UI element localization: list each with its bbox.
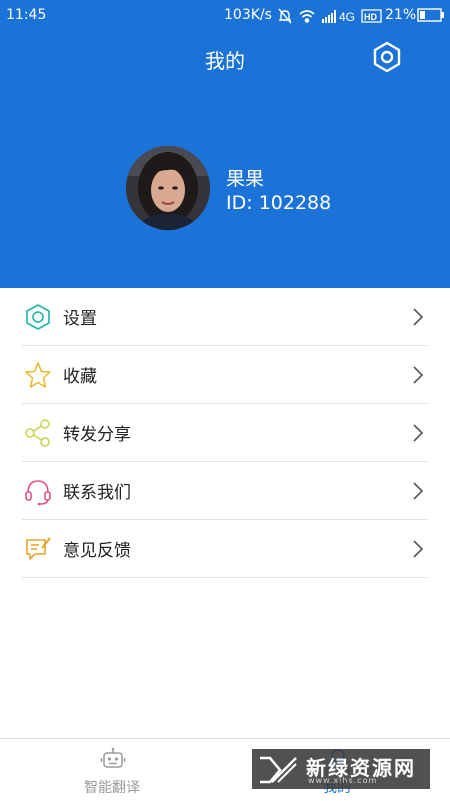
nav-tab-translate[interactable]: 智能翻译 bbox=[52, 739, 172, 801]
profile-header: 11:45 103K/s 4G HD 21% 我的 果果 ID: 102288 bbox=[0, 0, 450, 288]
nav-label-translate: 智能翻译 bbox=[84, 780, 140, 796]
watermark: 新绿资源网 www.xlhs.com bbox=[252, 749, 430, 789]
menu-label-contact: 联系我们 bbox=[63, 483, 131, 503]
menu-label-settings: 设置 bbox=[63, 309, 97, 329]
status-time: 11:45 bbox=[6, 7, 47, 23]
menu-item-feedback[interactable]: 意见反馈 bbox=[22, 520, 428, 578]
robot-icon bbox=[100, 747, 126, 768]
wifi-icon bbox=[299, 10, 315, 23]
menu-label-feedback: 意见反馈 bbox=[63, 541, 131, 561]
menu-item-settings[interactable]: 设置 bbox=[22, 288, 428, 346]
chevron-right-icon bbox=[413, 308, 424, 326]
feedback-icon bbox=[22, 533, 54, 565]
status-net-speed: 103K/s bbox=[224, 7, 272, 23]
menu-list: 设置 收藏 转发分享 联系我们 意见反馈 bbox=[22, 288, 428, 578]
chevron-right-icon bbox=[413, 366, 424, 384]
mute-icon bbox=[278, 8, 292, 24]
profile-name: 果果 bbox=[226, 168, 265, 190]
star-icon bbox=[22, 359, 54, 391]
gear-icon bbox=[22, 301, 54, 333]
chevron-right-icon bbox=[413, 482, 424, 500]
status-bar: 11:45 103K/s 4G HD 21% bbox=[0, 0, 450, 32]
chevron-right-icon bbox=[413, 424, 424, 442]
menu-item-share[interactable]: 转发分享 bbox=[22, 404, 428, 462]
avatar-photo bbox=[126, 146, 210, 230]
settings-button[interactable] bbox=[370, 40, 404, 74]
share-icon bbox=[22, 417, 54, 449]
menu-label-share: 转发分享 bbox=[63, 425, 131, 445]
battery-icon bbox=[417, 8, 445, 26]
profile-id: ID: 102288 bbox=[226, 192, 331, 214]
hd-label: HD bbox=[364, 12, 377, 22]
hexagon-gear-icon bbox=[373, 41, 401, 73]
watermark-logo-icon bbox=[260, 756, 297, 784]
headset-icon bbox=[22, 475, 54, 507]
menu-label-favorites: 收藏 bbox=[63, 367, 97, 387]
profile-id-value: 102288 bbox=[258, 192, 332, 214]
status-icons: 4G HD bbox=[278, 8, 384, 28]
battery-level: 21% bbox=[385, 7, 417, 23]
menu-item-favorites[interactable]: 收藏 bbox=[22, 346, 428, 404]
watermark-url: www.xlhs.com bbox=[308, 776, 378, 785]
menu-item-contact[interactable]: 联系我们 bbox=[22, 462, 428, 520]
profile-id-label: ID: bbox=[226, 192, 253, 214]
network-type: 4G bbox=[339, 10, 355, 24]
avatar[interactable] bbox=[126, 146, 210, 230]
chevron-right-icon bbox=[413, 540, 424, 558]
signal-icon bbox=[322, 10, 336, 23]
